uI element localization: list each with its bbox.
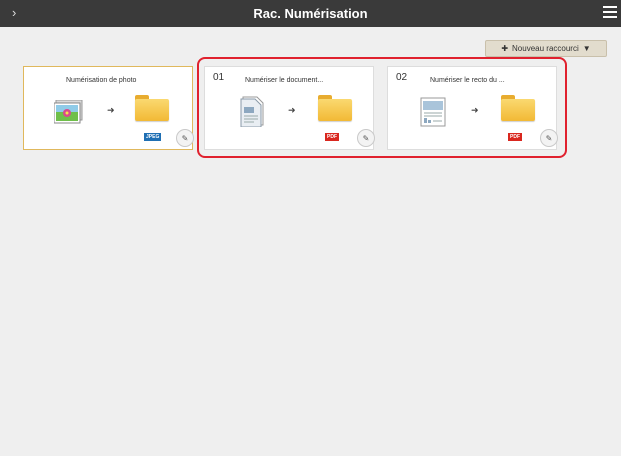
- title-bar: › Rac. Numérisation: [0, 0, 621, 27]
- format-badge: JPEG: [144, 133, 162, 141]
- window-title: Rac. Numérisation: [253, 6, 368, 21]
- shortcut-number: 02: [396, 72, 408, 83]
- photo-icon: [54, 100, 83, 124]
- shortcut-number: 01: [213, 72, 225, 83]
- shortcut-card-01[interactable]: 01 Numériser le document... ➜ PDF ✎: [204, 66, 375, 150]
- arrow-icon: ➜: [288, 105, 296, 115]
- folder-icon: [501, 95, 535, 121]
- shortcut-name: Numériser le recto du ...: [430, 77, 505, 84]
- shortcut-name: Numérisation de photo: [66, 77, 137, 84]
- arrow-icon: ➜: [107, 105, 115, 115]
- shortcut-card-photo[interactable]: Numérisation de photo ➜ JPEG ✎: [23, 66, 194, 150]
- shortcut-name: Numériser le document...: [245, 77, 324, 84]
- new-shortcut-label: Nouveau raccourci: [512, 44, 579, 53]
- format-badge: PDF: [508, 133, 522, 141]
- folder-icon: [135, 95, 169, 121]
- caret-down-icon: ▼: [582, 44, 591, 53]
- document-icon: [240, 96, 264, 127]
- edit-icon[interactable]: ✎: [176, 129, 194, 147]
- format-badge: PDF: [325, 133, 339, 141]
- new-shortcut-button[interactable]: ✚ Nouveau raccourci ▼: [485, 40, 607, 57]
- document-front-icon: [420, 97, 446, 127]
- edit-icon[interactable]: ✎: [540, 129, 558, 147]
- menu-icon[interactable]: [603, 6, 617, 20]
- shortcut-card-02[interactable]: 02 Numériser le recto du ... ➜ PDF ✎: [387, 66, 558, 150]
- folder-icon: [318, 95, 352, 121]
- edit-icon[interactable]: ✎: [357, 129, 375, 147]
- plus-icon: ✚: [501, 44, 509, 53]
- arrow-icon: ➜: [471, 105, 479, 115]
